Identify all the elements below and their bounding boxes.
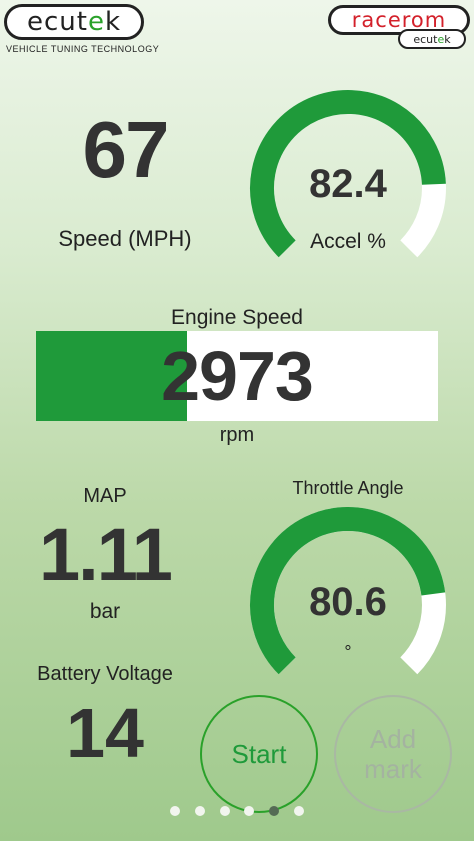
ecutek-tagline: VEHICLE TUNING TECHNOLOGY	[6, 44, 160, 54]
page-dot[interactable]	[170, 806, 180, 816]
racerom-ecutek-badge: ecut e k	[398, 29, 466, 49]
map-unit: bar	[89, 600, 121, 623]
page-dot[interactable]	[244, 806, 255, 816]
page-dot[interactable]	[219, 806, 230, 816]
accel-value: 82.4	[309, 162, 387, 206]
engine-speed-unit: rpm	[219, 424, 255, 446]
throttle-value: 80.6	[309, 580, 387, 624]
throttle-title: Throttle Angle	[292, 478, 404, 498]
ecutek-wordmark: ecut e k	[4, 4, 144, 40]
speed-label: Speed (MPH)	[58, 226, 192, 251]
map-title: MAP	[83, 485, 127, 507]
battery-title: Battery Voltage	[37, 663, 173, 685]
battery-value: 14	[66, 694, 144, 772]
ecutek-logo: ecut e k VEHICLE TUNING TECHNOLOGY	[4, 4, 159, 56]
engine-speed-title: Engine Speed	[171, 306, 303, 329]
start-button[interactable]: Start	[200, 695, 318, 813]
page-indicator[interactable]	[170, 806, 304, 820]
engine-speed-value: 2973	[161, 337, 314, 415]
engine-speed-bar: 2973	[36, 331, 438, 421]
page-dot[interactable]	[269, 806, 280, 816]
throttle-unit: °	[344, 642, 352, 662]
map-value: 1.11	[39, 513, 173, 596]
accel-label: Accel %	[310, 230, 386, 253]
page-dot[interactable]	[194, 806, 205, 816]
page-dot[interactable]	[293, 806, 304, 816]
speed-value: 67	[82, 105, 170, 194]
racerom-logo: racerom ecut e k	[328, 5, 470, 49]
add-mark-button[interactable]: Add mark	[334, 695, 452, 813]
